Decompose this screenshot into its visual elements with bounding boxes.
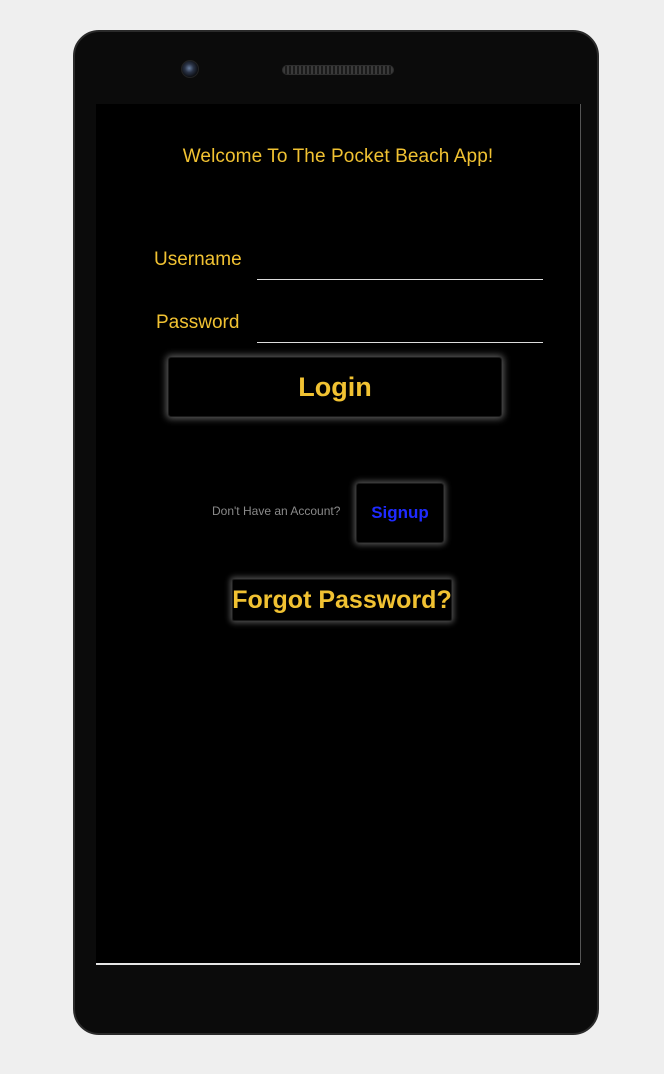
forgot-password-button[interactable]: Forgot Password?: [232, 579, 452, 621]
password-input[interactable]: [257, 313, 543, 343]
password-label: Password: [156, 312, 240, 333]
app-screen: Welcome To The Pocket Beach App! Usernam…: [96, 104, 581, 963]
camera-icon: [181, 60, 199, 78]
screen-bottom-divider: [96, 963, 580, 965]
signup-button[interactable]: Signup: [356, 483, 444, 543]
welcome-title: Welcome To The Pocket Beach App!: [182, 146, 494, 167]
username-input[interactable]: [257, 250, 543, 280]
no-account-text: Don't Have an Account?: [212, 504, 341, 518]
speaker-grille: [282, 65, 394, 75]
username-label: Username: [154, 249, 242, 270]
login-button[interactable]: Login: [168, 357, 502, 417]
